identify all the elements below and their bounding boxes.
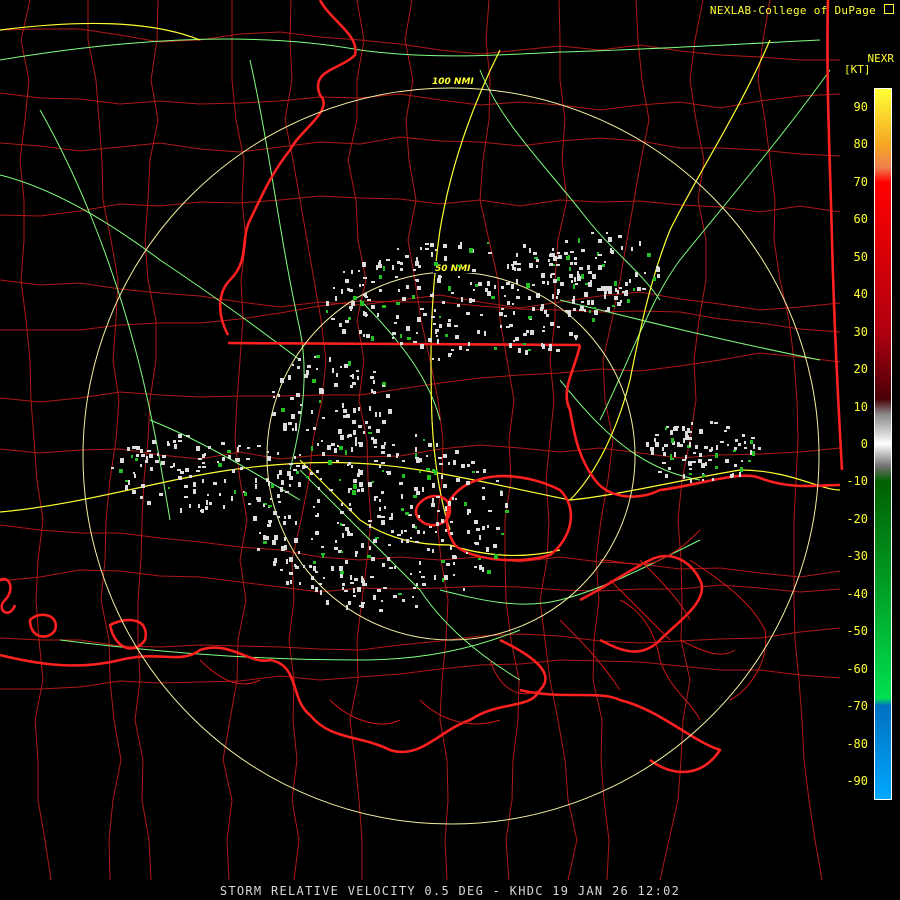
colorbar-tick: 40 (853, 287, 868, 302)
colorbar-tick: -20 (846, 511, 868, 526)
colorbar-tick: 80 (853, 137, 868, 152)
colorbar-tick: 0 (860, 437, 868, 451)
colorbar-tick: -40 (846, 586, 868, 601)
colorbar-tick: -70 (846, 699, 868, 714)
product-label: NEXR (867, 52, 895, 65)
ring-label-50: 50 NMI (435, 264, 471, 274)
velocity-colorbar (874, 88, 892, 800)
colorbar-tick: 20 (853, 362, 868, 377)
colorbar-tick: -60 (846, 661, 868, 676)
unit-label: [KT] (844, 63, 871, 76)
external-link-icon[interactable] (884, 4, 894, 14)
credit-text: NEXLAB-College of DuPage (709, 4, 877, 17)
ring-label-100: 100 NMI (432, 77, 474, 87)
colorbar-tick: 30 (853, 324, 868, 339)
colorbar-tick: -90 (846, 774, 868, 789)
colorbar-tick: -50 (846, 624, 868, 639)
product-caption: STORM RELATIVE VELOCITY 0.5 DEG - KHDC 1… (219, 884, 681, 898)
colorbar-tick: 70 (853, 174, 868, 189)
colorbar-tick: -80 (846, 736, 868, 751)
colorbar-tick: 90 (853, 99, 868, 114)
colorbar-tick: 60 (853, 212, 868, 227)
nexlab-credit[interactable]: NEXLAB-College of DuPage (710, 4, 894, 17)
radar-map: 100 NMI 50 NMI (0, 0, 844, 881)
colorbar-tick: 50 (853, 249, 868, 264)
highways (0, 38, 831, 681)
colorbar-tick: -30 (846, 549, 868, 564)
colorbar-tick: 10 (853, 399, 868, 414)
colorbar-tick: -10 (846, 474, 868, 489)
